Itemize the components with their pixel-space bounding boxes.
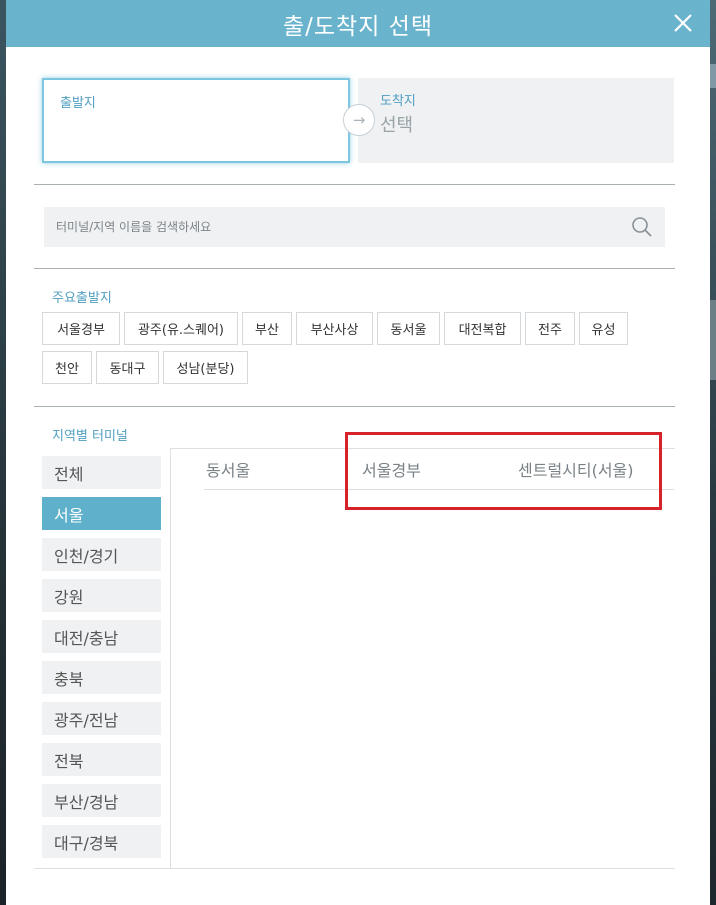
terminal-item[interactable]: 센트럴시티(서울) (518, 450, 634, 488)
chip-popular[interactable]: 전주 (525, 312, 575, 345)
terminal-item[interactable]: 서울경부 (362, 450, 421, 488)
route-selector: 출발지 → 도착지 선택 (42, 78, 674, 164)
region-item[interactable]: 부산/경남 (42, 784, 161, 817)
chip-popular[interactable]: 천안 (42, 351, 92, 384)
search-icon[interactable] (631, 216, 653, 238)
arrival-field[interactable]: 도착지 선택 (358, 78, 674, 163)
chip-popular[interactable]: 성남(분당) (163, 351, 248, 384)
modal-header: 출/도착지 선택 (6, 0, 710, 47)
chip-popular[interactable]: 동대구 (96, 351, 159, 384)
region-item[interactable]: 전체 (42, 456, 161, 489)
divider (34, 268, 675, 269)
close-icon[interactable] (670, 10, 696, 36)
background-right (710, 0, 716, 905)
chip-popular[interactable]: 부산 (242, 312, 292, 345)
divider (170, 448, 675, 449)
arrival-value: 선택 (380, 115, 414, 136)
divider (34, 184, 675, 185)
region-item[interactable]: 강원 (42, 579, 161, 612)
arrival-label: 도착지 (380, 94, 416, 109)
search-bar (44, 207, 665, 247)
departure-label: 출발지 (60, 96, 96, 111)
region-item[interactable]: 대구/경북 (42, 825, 161, 858)
region-item[interactable]: 대전/충남 (42, 620, 161, 653)
region-item[interactable]: 광주/전남 (42, 702, 161, 735)
region-item-selected[interactable]: 서울 (42, 497, 161, 530)
departure-field[interactable]: 출발지 (42, 78, 350, 163)
terminal-list: 동서울 서울경부 센트럴시티(서울) (204, 450, 674, 490)
chip-popular[interactable]: 동서울 (377, 312, 440, 345)
regional-title: 지역별 터미널 (52, 429, 128, 444)
arrow-right-icon: → (343, 104, 375, 136)
terminal-item[interactable]: 동서울 (206, 450, 250, 488)
region-item[interactable]: 인천/경기 (42, 538, 161, 571)
chip-popular[interactable]: 부산사상 (296, 312, 373, 345)
divider (34, 868, 675, 869)
chip-popular[interactable]: 광주(유.스퀘어) (124, 312, 238, 345)
region-item[interactable]: 충북 (42, 661, 161, 694)
region-item[interactable]: 전북 (42, 743, 161, 776)
divider (34, 406, 675, 407)
search-input[interactable] (56, 220, 616, 234)
chip-popular[interactable]: 유성 (579, 312, 628, 345)
modal-title: 출/도착지 선택 (282, 13, 434, 40)
terminal-select-modal: 출/도착지 선택 출발지 → 도착지 선택 주요출발지 (6, 0, 710, 905)
chip-popular[interactable]: 대전복합 (444, 312, 521, 345)
popular-title: 주요출발지 (52, 291, 112, 306)
chip-popular[interactable]: 서울경부 (42, 312, 120, 345)
divider (170, 449, 171, 869)
